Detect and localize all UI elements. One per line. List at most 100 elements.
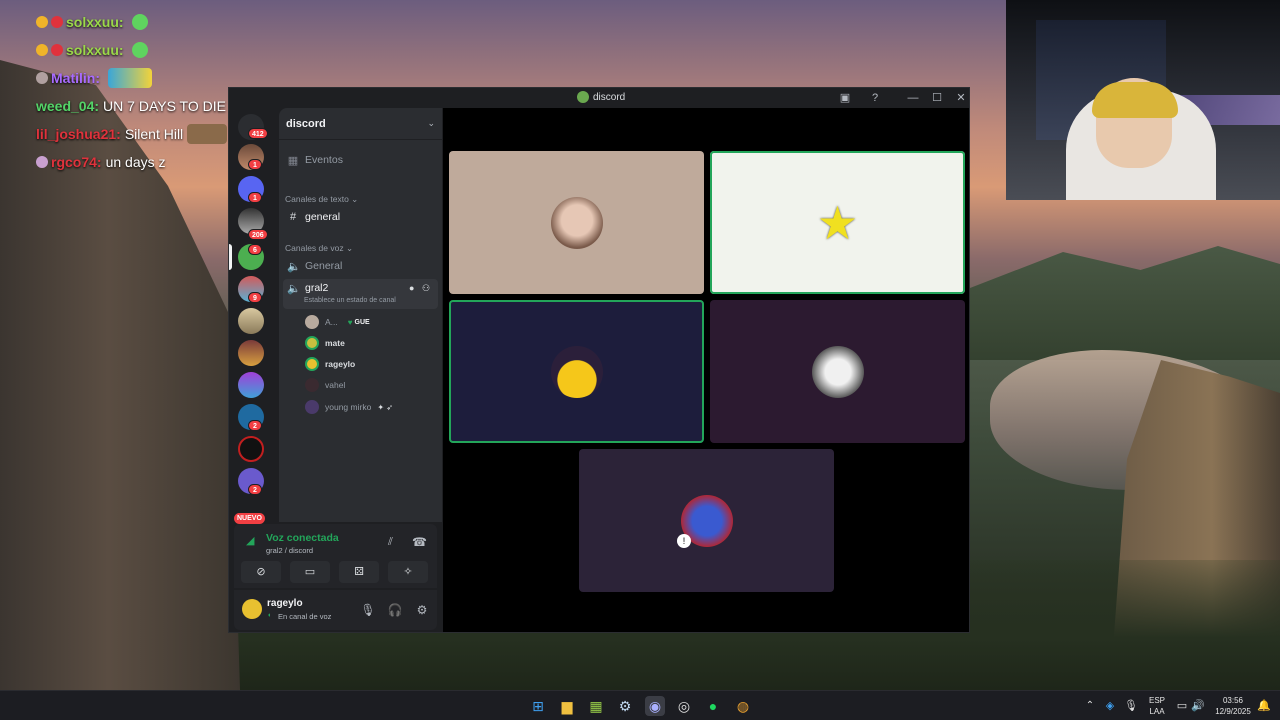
minimize-button[interactable]: — [903,90,923,106]
chat-line: solxxuu: [36,8,266,36]
settings-gear-icon[interactable]: ⚙ [412,600,432,620]
speaker-icon: 🔈 [287,283,301,295]
voice-location: gral2 / discord [266,546,314,555]
hash-icon: # [289,211,297,223]
notification-badge: 2 [248,420,262,431]
voice-user[interactable]: rageylo [305,355,355,373]
notification-badge: 1 [248,192,262,203]
microphone-tray-icon[interactable]: 🎙 [1121,696,1141,716]
server-icon[interactable] [238,308,264,334]
webcam-hat [1092,82,1178,118]
chat-message: un days z [105,154,166,170]
server-icon[interactable] [238,372,264,398]
channel-general[interactable]: # general [283,207,438,227]
voice-category[interactable]: Canales de voz ⌄ [285,243,353,254]
voice-channel-gral2[interactable]: 🔈 gral2 Establece un estado de canal ● ⚇ [283,279,438,309]
events-label: Eventos [305,154,343,166]
chat-username: rgco74: [51,154,102,170]
headphones-icon[interactable]: 🎧 [385,600,405,620]
voice-channel-general[interactable]: 🔈 General [283,256,438,276]
file-explorer-icon[interactable]: ▆ [557,696,577,716]
server-list: 412 1 1 206 6 9 2 2 NUEVO [229,108,273,528]
voice-user[interactable]: young mirko ✦ ➶ [305,398,393,416]
camera-off-icon[interactable]: ⊘ [241,561,281,583]
volume-icon[interactable]: 🔊 [1188,696,1208,716]
participant-tile[interactable]: ★ [710,151,965,294]
voice-username: rageylo [325,359,356,369]
participant-tile[interactable]: ! [579,449,834,592]
chevron-down-icon: ⌄ [427,118,435,128]
microphone-icon[interactable]: 🎙 [358,600,378,620]
clock-date: 12/9/2025 [1215,707,1251,716]
screen-share-icon[interactable]: ▭ [290,561,330,583]
chat-message: Silent Hill [124,126,184,142]
discord-logo-icon [577,91,589,103]
user-status: En canal de voz [278,612,332,621]
chrome-icon[interactable]: ◍ [733,696,753,716]
badge-icon [36,72,48,84]
voice-username: A... [325,317,338,327]
decoration-icon: ✦ ➶ [377,402,393,412]
clock-time: 03:56 [1222,696,1244,705]
minecraft-icon[interactable]: ▦ [586,696,606,716]
notification-badge: 6 [248,244,262,255]
guild-header[interactable]: discord ⌄ [279,108,442,140]
avatar [305,315,319,329]
taskbar: ⊞ ▆ ▦ ⚙ ◉ ◎ ● ◍ ⌃ ◈ 🎙 ESP LAA ▭ 🔊 03:56 … [0,690,1280,720]
channel-label: general [305,211,341,223]
notification-bell-icon[interactable]: 🔔 [1254,696,1274,716]
server-icon[interactable] [238,340,264,366]
new-badge: NUEVO [234,513,265,524]
window-title-text: discord [593,91,626,103]
heart-icon: ♥ [347,317,353,327]
close-button[interactable]: ✕ [951,90,971,106]
chat-line: solxxuu: [36,36,266,64]
voice-user[interactable]: mate [305,334,345,352]
invite-user-icon[interactable]: ⚇ [422,283,430,294]
security-icon[interactable]: ◈ [1100,696,1120,716]
discord-icon[interactable]: ◉ [645,696,665,716]
voice-user[interactable]: A... ♥ GUE [305,313,370,331]
category-label: Canales de texto [285,194,349,204]
server-icon[interactable] [238,436,264,462]
spotify-icon[interactable]: ● [703,696,723,716]
username[interactable]: rageylo [267,598,303,609]
voice-username: young mirko [325,402,372,412]
participant-tile[interactable] [449,151,704,294]
chevron-up-icon[interactable]: ⌃ [1080,696,1100,716]
steam-icon[interactable]: ⚙ [615,696,635,716]
inbox-icon[interactable]: ▣ [835,90,855,106]
webcam-overlay [1006,0,1280,200]
start-icon[interactable]: ⊞ [528,696,548,716]
activity-icon[interactable]: ⚄ [339,561,379,583]
soundboard-icon[interactable]: ✧ [388,561,428,583]
voice-stage: ★ ! [443,108,969,632]
channel-status-text: Establece un estado de canal [304,297,396,304]
disconnect-icon[interactable]: ☎ [412,535,427,549]
text-category[interactable]: Canales de texto ⌄ [285,194,358,205]
channel-label: General [305,260,343,272]
user-tag: GUE [354,318,370,326]
chat-username: solxxuu: [66,14,124,30]
clock[interactable]: 03:56 12/9/2025 [1208,695,1258,717]
voice-user[interactable]: vahel [305,376,345,394]
language-indicator[interactable]: ESP LAA [1146,695,1168,717]
noise-suppression-icon[interactable]: ⫽ [388,536,393,549]
participant-tile[interactable] [449,300,704,443]
chat-username: weed_04: [36,98,100,114]
help-icon[interactable]: ? [865,90,885,106]
maximize-button[interactable]: ☐ [927,90,947,106]
emote-icon [187,124,228,144]
notification-badge: 9 [248,292,262,303]
participant-tile[interactable] [710,300,965,443]
avatar [305,357,319,371]
avatar[interactable] [242,599,262,619]
notification-badge: 412 [248,128,268,139]
notification-badge: 2 [248,484,262,495]
events-item[interactable]: ▦ Eventos [283,150,438,170]
signal-icon[interactable]: ◢ [246,534,254,547]
voice-status[interactable]: Voz conectada [266,532,339,544]
chat-bubble-icon[interactable]: ● [409,283,414,293]
obs-icon[interactable]: ◎ [674,696,694,716]
chat-message: UN 7 DAYS TO DIE [103,98,226,114]
